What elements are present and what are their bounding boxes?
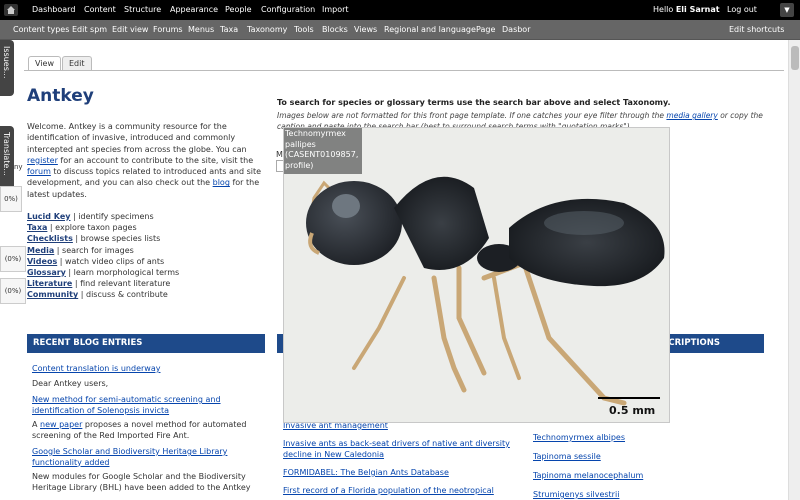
quick-link-lucid-key: Lucid Key | identify specimens [27, 212, 154, 221]
quick-link-glossary: Glossary | learn morphological terms [27, 267, 180, 277]
list-item: Content translation is underway [32, 364, 262, 375]
list-item: Tapinoma melanocephalum [533, 471, 644, 480]
list-item: FORMIDABEL: The Belgian Ants Database [283, 468, 449, 477]
quick-link-community: Community | discuss & contribute [27, 290, 168, 300]
blog-entry-title[interactable]: Google Scholar and Biodiversity Heritage… [32, 447, 227, 467]
recent-blog-header: RECENT BLOG ENTRIES [27, 334, 265, 353]
scale-bar [598, 397, 660, 399]
blog-entry-text: Dear Antkey users, [32, 378, 109, 388]
page-title: Antkey [27, 86, 94, 106]
quick-links: Lucid Key | identify specimens Taxa | ex… [27, 211, 277, 301]
shortcut-edit-view[interactable]: Edit view [112, 20, 148, 40]
list-item: Strumigenys silvestrii [533, 490, 620, 499]
admin-toolbar: Dashboard Content Structure Appearance P… [0, 0, 800, 20]
list-item: Technomyrmex albipes [533, 433, 626, 442]
quick-link-literature: Literature | find relevant literature [27, 279, 171, 289]
logout-link[interactable]: Log out [727, 0, 757, 20]
shortcut-regional-language[interactable]: Regional and language [384, 20, 476, 40]
image-caption: Technomyrmex pallipes (CASENT0109857, pr… [284, 128, 363, 174]
species-list: Technomyrmex albipes Tapinoma sessile Ta… [533, 432, 773, 500]
shortcut-content-types[interactable]: Content types [13, 20, 69, 40]
toolbar-structure[interactable]: Structure [124, 0, 161, 20]
shortcut-menus[interactable]: Menus [188, 20, 214, 40]
list-item: Google Scholar and Biodiversity Heritage… [32, 447, 262, 468]
quick-link-taxa: Taxa | explore taxon pages [27, 223, 137, 233]
toolbar-import[interactable]: Import [322, 0, 349, 20]
toolbar-content[interactable]: Content [84, 0, 116, 20]
quick-link-videos: Videos | watch video clips of ants [27, 256, 165, 266]
shortcut-edit-spm[interactable]: Edit spm [72, 20, 107, 40]
tab-view[interactable]: View [28, 56, 61, 71]
quick-link-checklists: Checklists | browse species lists [27, 234, 161, 244]
new-paper-link[interactable]: new paper [40, 420, 82, 429]
toolbar-appearance[interactable]: Appearance [170, 0, 218, 20]
user-name[interactable]: Eli Sarnat [676, 5, 720, 14]
side-fragment-ny: ny [14, 163, 23, 171]
tab-edit[interactable]: Edit [62, 56, 92, 71]
side-fragment-pct: (0%) [0, 246, 26, 272]
home-icon[interactable] [4, 4, 18, 16]
shortcut-taxonomy[interactable]: Taxonomy [247, 20, 287, 40]
list-item: First record of a Florida population of … [283, 486, 494, 495]
shortcut-forums[interactable]: Forums [153, 20, 183, 40]
forum-link[interactable]: forum [27, 167, 51, 176]
blog-entry-title[interactable]: Content translation is underway [32, 364, 160, 373]
toolbar-configuration[interactable]: Configuration [261, 0, 315, 20]
side-fragment-pct: 0%) [0, 186, 22, 212]
welcome-text: Welcome. Antkey is a community resource … [27, 122, 262, 199]
register-link[interactable]: register [27, 156, 58, 165]
shortcut-page[interactable]: Page [476, 20, 495, 40]
shortcut-bar: Content types Edit spm Edit view Forums … [0, 20, 800, 40]
quick-link-media: Media | search for images [27, 245, 134, 255]
user-greeting: Hello Eli Sarnat [653, 5, 720, 14]
shortcut-taxa[interactable]: Taxa [220, 20, 238, 40]
shortcut-views[interactable]: Views [354, 20, 377, 40]
issues-side-tab[interactable]: Issues... [0, 40, 14, 96]
side-fragment-pct: (0%) [0, 278, 26, 304]
middle-list: Invasive ant management Invasive ants as… [283, 420, 523, 500]
specimen-image-popup[interactable]: Technomyrmex pallipes (CASENT0109857, pr… [283, 127, 670, 423]
blog-list: Content translation is underway Dear Ant… [32, 364, 262, 497]
blog-entry-text: New modules for Google Scholar and the B… [32, 472, 251, 492]
blog-link[interactable]: blog [213, 178, 230, 187]
chevron-down-icon[interactable]: ▼ [780, 3, 794, 17]
list-item: Tapinoma sessile [533, 452, 601, 461]
list-item: Invasive ants as back-seat drivers of na… [283, 439, 510, 459]
shortcut-dasbor[interactable]: Dasbor [502, 20, 531, 40]
media-gallery-link[interactable]: media gallery [666, 111, 717, 120]
page-scrollbar[interactable] [788, 40, 800, 500]
blog-entry-title[interactable]: New method for semi-automatic screening … [32, 395, 221, 415]
shortcut-blocks[interactable]: Blocks [322, 20, 348, 40]
tabs-divider [24, 70, 784, 71]
toolbar-people[interactable]: People [225, 0, 252, 20]
shortcut-tools[interactable]: Tools [294, 20, 314, 40]
partial-field-label: M [276, 150, 283, 159]
list-item: New method for semi-automatic screening … [32, 395, 262, 416]
scale-label: 0.5 mm [609, 404, 656, 417]
edit-shortcuts-link[interactable]: Edit shortcuts [729, 20, 784, 40]
scrollbar-thumb[interactable] [791, 46, 799, 70]
blog-entry-text: A new paper proposes a novel method for … [32, 420, 247, 440]
toolbar-dashboard[interactable]: Dashboard [32, 0, 75, 20]
